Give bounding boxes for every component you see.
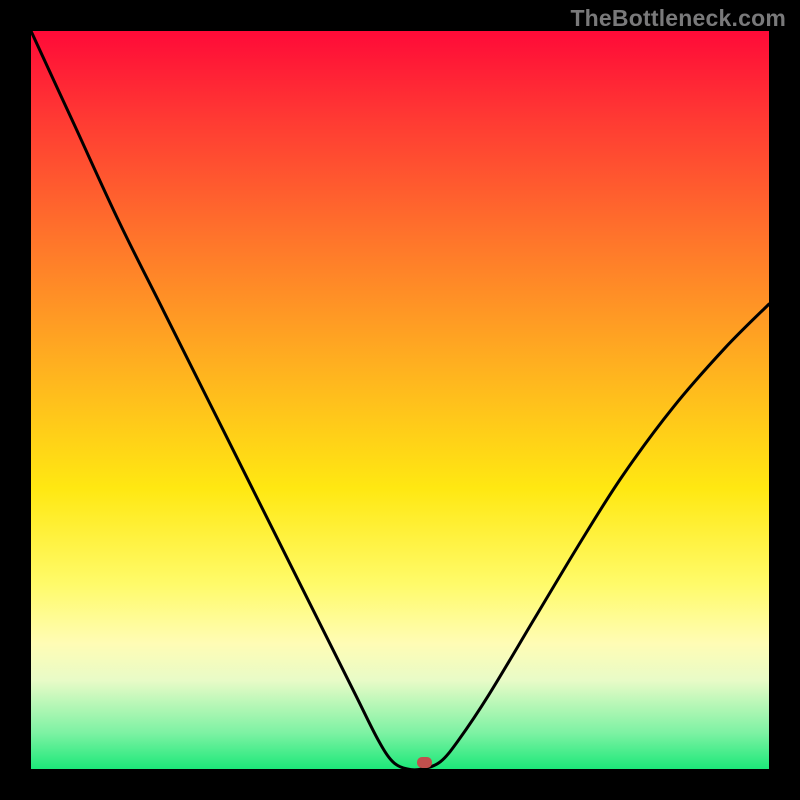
optimal-point-marker — [417, 757, 432, 768]
plot-area — [31, 31, 769, 769]
watermark-text: TheBottleneck.com — [570, 5, 786, 32]
chart-frame: TheBottleneck.com — [0, 0, 800, 800]
bottleneck-curve — [31, 31, 769, 769]
